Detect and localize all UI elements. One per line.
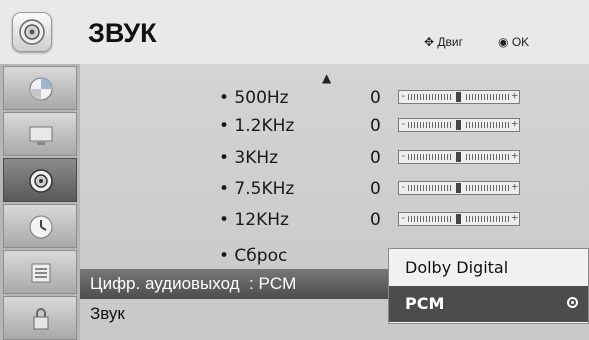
move-arrows-icon: ✥	[424, 34, 435, 49]
slider-knob[interactable]	[456, 183, 461, 193]
menu-header: ЗВУК ✥ Двиг ◉ OK	[0, 0, 589, 64]
eq-band-label: • 7.5KHz	[219, 179, 295, 199]
eq-band-row[interactable]: • 7.5KHz 0 - +	[80, 173, 589, 205]
eq-band-value: 0	[370, 210, 381, 230]
speaker-icon	[12, 12, 52, 52]
eq-band-label: • 12KHz	[219, 210, 289, 230]
eq-band-label: • 1.2KHz	[219, 116, 295, 136]
sound-menu-screen: ЗВУК ✥ Двиг ◉ OK ▲ • 500Hz 0 - + • 1.2KH…	[0, 0, 589, 340]
digital-output-popup: Dolby Digital PCM	[388, 248, 589, 324]
eq-band-slider[interactable]: - +	[398, 149, 520, 164]
screen-icon	[29, 126, 53, 145]
eq-band-slider[interactable]: - +	[398, 89, 520, 104]
page-title: ЗВУК	[88, 18, 157, 48]
slider-knob[interactable]	[456, 120, 461, 130]
eq-band-row[interactable]: • 12KHz 0 - +	[80, 204, 589, 236]
popup-option-pcm[interactable]: PCM	[389, 286, 588, 322]
digital-audio-output-label: Цифр. аудиовыход : PCM	[90, 274, 297, 293]
sound-menu-item[interactable]: Звук	[90, 304, 125, 324]
eq-band-label: • 3KHz	[219, 148, 279, 168]
eq-band-value: 0	[370, 88, 381, 108]
ok-button-icon: ◉	[498, 34, 509, 49]
sidebar-item-sound[interactable]	[3, 158, 77, 202]
popup-option-dolby[interactable]: Dolby Digital	[389, 250, 588, 286]
slider-knob[interactable]	[456, 152, 461, 162]
sidebar-item-picture[interactable]	[3, 66, 77, 110]
ok-hint: ◉ OK	[498, 34, 530, 49]
eq-band-slider[interactable]: - +	[398, 211, 520, 226]
move-hint: ✥ Двиг	[424, 34, 463, 49]
menu-sidebar	[0, 64, 80, 340]
sidebar-item-lock[interactable]	[3, 296, 77, 340]
option-icon	[31, 263, 51, 283]
eq-reset-item[interactable]: • Сброс	[219, 246, 287, 266]
eq-band-row[interactable]: • 1.2KHz 0 - +	[80, 110, 589, 142]
picture-icon	[29, 77, 53, 101]
eq-band-label: • 500Hz	[219, 88, 289, 108]
eq-band-value: 0	[370, 148, 381, 168]
lock-icon	[33, 308, 49, 330]
eq-band-slider[interactable]: - +	[398, 117, 520, 132]
eq-band-value: 0	[370, 179, 381, 199]
sidebar-item-time[interactable]	[3, 204, 77, 248]
sidebar-item-option[interactable]	[3, 250, 77, 294]
sidebar-item-screen[interactable]	[3, 112, 77, 156]
digital-audio-output-item[interactable]: Цифр. аудиовыход : PCM	[80, 269, 400, 299]
clock-icon	[29, 215, 53, 239]
eq-band-row[interactable]: • 3KHz 0 - +	[80, 142, 589, 174]
eq-band-slider[interactable]: - +	[398, 180, 520, 195]
slider-knob[interactable]	[456, 92, 461, 102]
slider-knob[interactable]	[456, 214, 461, 224]
speaker-icon	[29, 169, 53, 193]
selected-radio-icon	[567, 297, 578, 308]
eq-band-value: 0	[370, 116, 381, 136]
